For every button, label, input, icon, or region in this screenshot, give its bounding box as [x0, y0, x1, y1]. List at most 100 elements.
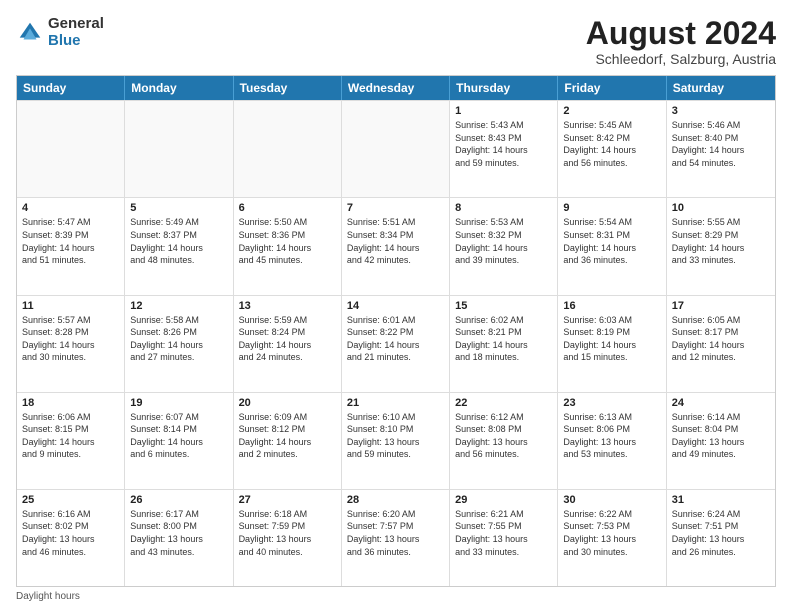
empty-cell: [342, 101, 450, 197]
day-number: 4: [22, 202, 119, 214]
logo: General Blue: [16, 16, 104, 49]
day-cell-5: 5 Sunrise: 5:49 AM Sunset: 8:37 PM Daylig…: [125, 198, 233, 294]
day-info: Sunrise: 6:14 AM Sunset: 8:04 PM Dayligh…: [672, 411, 770, 461]
header-day-wednesday: Wednesday: [342, 76, 450, 100]
day-number: 17: [672, 300, 770, 312]
day-cell-29: 29 Sunrise: 6:21 AM Sunset: 7:55 PM Dayli…: [450, 490, 558, 586]
day-number: 5: [130, 202, 227, 214]
day-number: 2: [563, 105, 660, 117]
day-info: Sunrise: 6:05 AM Sunset: 8:17 PM Dayligh…: [672, 314, 770, 364]
logo-text: General Blue: [48, 16, 104, 49]
day-number: 16: [563, 300, 660, 312]
day-cell-6: 6Sunrise: 5:50 AM Sunset: 8:36 PM Daylig…: [234, 198, 342, 294]
day-number: 6: [239, 202, 336, 214]
logo-blue: Blue: [48, 33, 104, 50]
day-cell-28: 28 Sunrise: 6:20 AM Sunset: 7:57 PM Dayli…: [342, 490, 450, 586]
header-day-friday: Friday: [558, 76, 666, 100]
calendar-week-3: 11 Sunrise: 5:57 AM Sunset: 8:28 PM Dayli…: [17, 295, 775, 392]
day-number: 12: [130, 300, 227, 312]
calendar-week-2: 4Sunrise: 5:47 AM Sunset: 8:39 PM Daylig…: [17, 197, 775, 294]
day-cell-13: 13Sunrise: 5:59 AM Sunset: 8:24 PM Dayli…: [234, 296, 342, 392]
logo-general: General: [48, 16, 104, 33]
day-info: Sunrise: 6:20 AM Sunset: 7:57 PM Dayligh…: [347, 508, 444, 558]
day-cell-23: 23 Sunrise: 6:13 AM Sunset: 8:06 PM Dayli…: [558, 393, 666, 489]
calendar: SundayMondayTuesdayWednesdayThursdayFrid…: [16, 75, 776, 587]
footer-note: Daylight hours: [16, 591, 776, 602]
day-number: 26: [130, 494, 227, 506]
day-number: 7: [347, 202, 444, 214]
calendar-week-5: 25Sunrise: 6:16 AM Sunset: 8:02 PM Dayli…: [17, 489, 775, 586]
title-area: August 2024 Schleedorf, Salzburg, Austri…: [586, 16, 776, 67]
day-cell-22: 22Sunrise: 6:12 AM Sunset: 8:08 PM Dayli…: [450, 393, 558, 489]
day-cell-9: 9Sunrise: 5:54 AM Sunset: 8:31 PM Daylig…: [558, 198, 666, 294]
day-cell-16: 16 Sunrise: 6:03 AM Sunset: 8:19 PM Dayli…: [558, 296, 666, 392]
header-day-tuesday: Tuesday: [234, 76, 342, 100]
day-info: Sunrise: 5:51 AM Sunset: 8:34 PM Dayligh…: [347, 216, 444, 266]
day-number: 23: [563, 397, 660, 409]
day-info: Sunrise: 6:16 AM Sunset: 8:02 PM Dayligh…: [22, 508, 119, 558]
day-info: Sunrise: 5:49 AM Sunset: 8:37 PM Dayligh…: [130, 216, 227, 266]
day-info: Sunrise: 6:18 AM Sunset: 7:59 PM Dayligh…: [239, 508, 336, 558]
day-info: Sunrise: 6:21 AM Sunset: 7:55 PM Dayligh…: [455, 508, 552, 558]
day-cell-31: 31 Sunrise: 6:24 AM Sunset: 7:51 PM Dayli…: [667, 490, 775, 586]
day-number: 18: [22, 397, 119, 409]
day-cell-26: 26 Sunrise: 6:17 AM Sunset: 8:00 PM Dayli…: [125, 490, 233, 586]
day-info: Sunrise: 5:58 AM Sunset: 8:26 PM Dayligh…: [130, 314, 227, 364]
header-day-monday: Monday: [125, 76, 233, 100]
day-number: 30: [563, 494, 660, 506]
day-number: 28: [347, 494, 444, 506]
day-info: Sunrise: 5:59 AM Sunset: 8:24 PM Dayligh…: [239, 314, 336, 364]
day-number: 1: [455, 105, 552, 117]
day-number: 19: [130, 397, 227, 409]
empty-cell: [125, 101, 233, 197]
day-info: Sunrise: 5:57 AM Sunset: 8:28 PM Dayligh…: [22, 314, 119, 364]
day-number: 24: [672, 397, 770, 409]
day-cell-12: 12 Sunrise: 5:58 AM Sunset: 8:26 PM Dayli…: [125, 296, 233, 392]
calendar-header: SundayMondayTuesdayWednesdayThursdayFrid…: [17, 76, 775, 100]
header-day-saturday: Saturday: [667, 76, 775, 100]
day-cell-21: 21Sunrise: 6:10 AM Sunset: 8:10 PM Dayli…: [342, 393, 450, 489]
day-cell-19: 19Sunrise: 6:07 AM Sunset: 8:14 PM Dayli…: [125, 393, 233, 489]
header-day-sunday: Sunday: [17, 76, 125, 100]
day-cell-7: 7 Sunrise: 5:51 AM Sunset: 8:34 PM Daylig…: [342, 198, 450, 294]
day-number: 31: [672, 494, 770, 506]
day-info: Sunrise: 5:46 AM Sunset: 8:40 PM Dayligh…: [672, 119, 770, 169]
day-cell-4: 4Sunrise: 5:47 AM Sunset: 8:39 PM Daylig…: [17, 198, 125, 294]
day-number: 20: [239, 397, 336, 409]
day-cell-30: 30Sunrise: 6:22 AM Sunset: 7:53 PM Dayli…: [558, 490, 666, 586]
empty-cell: [234, 101, 342, 197]
day-number: 11: [22, 300, 119, 312]
logo-icon: [16, 19, 44, 47]
day-info: Sunrise: 5:45 AM Sunset: 8:42 PM Dayligh…: [563, 119, 660, 169]
month-title: August 2024: [586, 16, 776, 51]
day-info: Sunrise: 5:43 AM Sunset: 8:43 PM Dayligh…: [455, 119, 552, 169]
day-cell-27: 27 Sunrise: 6:18 AM Sunset: 7:59 PM Dayli…: [234, 490, 342, 586]
calendar-body: 1 Sunrise: 5:43 AM Sunset: 8:43 PM Daylig…: [17, 100, 775, 586]
day-number: 8: [455, 202, 552, 214]
day-info: Sunrise: 6:17 AM Sunset: 8:00 PM Dayligh…: [130, 508, 227, 558]
day-info: Sunrise: 6:09 AM Sunset: 8:12 PM Dayligh…: [239, 411, 336, 461]
day-number: 15: [455, 300, 552, 312]
day-number: 27: [239, 494, 336, 506]
day-info: Sunrise: 6:10 AM Sunset: 8:10 PM Dayligh…: [347, 411, 444, 461]
day-info: Sunrise: 6:13 AM Sunset: 8:06 PM Dayligh…: [563, 411, 660, 461]
day-cell-25: 25Sunrise: 6:16 AM Sunset: 8:02 PM Dayli…: [17, 490, 125, 586]
day-cell-14: 14Sunrise: 6:01 AM Sunset: 8:22 PM Dayli…: [342, 296, 450, 392]
header-day-thursday: Thursday: [450, 76, 558, 100]
page: General Blue August 2024 Schleedorf, Sal…: [0, 0, 792, 612]
day-info: Sunrise: 6:24 AM Sunset: 7:51 PM Dayligh…: [672, 508, 770, 558]
day-info: Sunrise: 5:55 AM Sunset: 8:29 PM Dayligh…: [672, 216, 770, 266]
day-number: 14: [347, 300, 444, 312]
day-info: Sunrise: 6:02 AM Sunset: 8:21 PM Dayligh…: [455, 314, 552, 364]
day-number: 29: [455, 494, 552, 506]
day-cell-20: 20 Sunrise: 6:09 AM Sunset: 8:12 PM Dayli…: [234, 393, 342, 489]
day-cell-10: 10Sunrise: 5:55 AM Sunset: 8:29 PM Dayli…: [667, 198, 775, 294]
day-cell-15: 15 Sunrise: 6:02 AM Sunset: 8:21 PM Dayli…: [450, 296, 558, 392]
location-subtitle: Schleedorf, Salzburg, Austria: [586, 51, 776, 67]
day-cell-24: 24 Sunrise: 6:14 AM Sunset: 8:04 PM Dayli…: [667, 393, 775, 489]
day-number: 9: [563, 202, 660, 214]
empty-cell: [17, 101, 125, 197]
day-cell-8: 8Sunrise: 5:53 AM Sunset: 8:32 PM Daylig…: [450, 198, 558, 294]
calendar-week-1: 1 Sunrise: 5:43 AM Sunset: 8:43 PM Daylig…: [17, 100, 775, 197]
day-info: Sunrise: 6:03 AM Sunset: 8:19 PM Dayligh…: [563, 314, 660, 364]
